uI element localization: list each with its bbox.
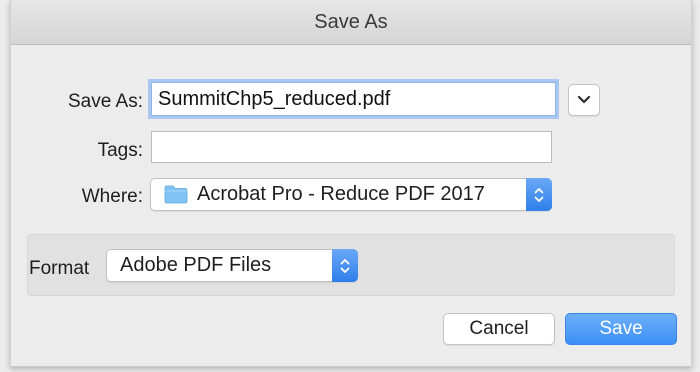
save-as-label: Save As: — [68, 91, 143, 112]
where-value: Acrobat Pro - Reduce PDF 2017 — [197, 183, 485, 205]
tags-label: Tags: — [97, 140, 143, 161]
filename-input[interactable]: SummitChp5_reduced.pdf — [151, 82, 556, 116]
format-popup[interactable]: Adobe PDF Files — [106, 249, 358, 282]
format-popup-arrows — [332, 249, 358, 282]
chevron-down-icon — [577, 95, 591, 104]
format-panel: Format Adobe PDF Files — [27, 234, 675, 296]
format-value: Adobe PDF Files — [120, 254, 272, 276]
where-popup-arrows — [526, 178, 552, 211]
title-bar: Save As — [11, 0, 691, 45]
where-popup[interactable]: Acrobat Pro - Reduce PDF 2017 — [150, 178, 552, 211]
filename-value: SummitChp5_reduced.pdf — [158, 87, 391, 110]
cancel-button[interactable]: Cancel — [443, 313, 555, 345]
window-title: Save As — [314, 10, 388, 33]
up-down-chevron-icon — [340, 258, 350, 273]
up-down-chevron-icon — [534, 187, 544, 202]
where-label: Where: — [81, 186, 143, 207]
folder-icon — [164, 185, 188, 204]
save-button[interactable]: Save — [565, 313, 677, 345]
save-as-dialog: Save As Save As: SummitChp5_reduced.pdf … — [10, 0, 692, 367]
tags-input[interactable] — [151, 131, 552, 163]
expand-dialog-button[interactable] — [568, 84, 600, 116]
format-label: Format — [29, 258, 90, 279]
